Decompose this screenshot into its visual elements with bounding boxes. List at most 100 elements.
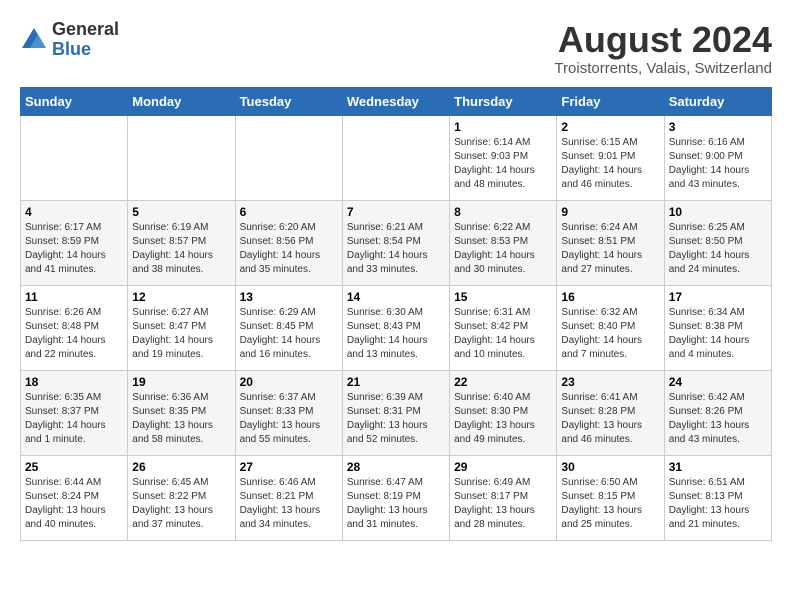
calendar-cell: 3Sunrise: 6:16 AMSunset: 9:00 PMDaylight… [664, 115, 771, 200]
calendar-cell: 14Sunrise: 6:30 AMSunset: 8:43 PMDayligh… [342, 285, 449, 370]
daylight-minutes-line: and 28 minutes. [454, 518, 552, 532]
sunrise-line: Sunrise: 6:19 AM [132, 221, 230, 235]
sunset-line: Sunset: 8:37 PM [25, 405, 123, 419]
daylight-line: Daylight: 14 hours [347, 249, 445, 263]
calendar-cell: 30Sunrise: 6:50 AMSunset: 8:15 PMDayligh… [557, 455, 664, 540]
daylight-minutes-line: and 41 minutes. [25, 263, 123, 277]
day-number: 14 [347, 290, 445, 304]
daylight-minutes-line: and 37 minutes. [132, 518, 230, 532]
daylight-minutes-line: and 30 minutes. [454, 263, 552, 277]
week-row-5: 25Sunrise: 6:44 AMSunset: 8:24 PMDayligh… [21, 455, 772, 540]
calendar-cell: 12 Sunrise: 6:27 AMSunset: 8:47 PMDayligh… [128, 285, 235, 370]
calendar-cell: 18Sunrise: 6:35 AMSunset: 8:37 PMDayligh… [21, 370, 128, 455]
day-number: 25 [25, 460, 123, 474]
daylight-line: Daylight: 14 hours [132, 334, 230, 348]
sunset-line: Sunset: 8:47 PM [132, 320, 230, 334]
calendar-cell: 8Sunrise: 6:22 AMSunset: 8:53 PMDaylight… [450, 200, 557, 285]
sunset-line: Sunset: 8:21 PM [240, 490, 338, 504]
daylight-minutes-line: and 46 minutes. [561, 178, 659, 192]
daylight-line: Daylight: 14 hours [132, 249, 230, 263]
calendar-cell: 31Sunrise: 6:51 AMSunset: 8:13 PMDayligh… [664, 455, 771, 540]
daylight-line: Daylight: 13 hours [669, 419, 767, 433]
daylight-minutes-line: and 13 minutes. [347, 348, 445, 362]
daylight-line: Daylight: 14 hours [669, 164, 767, 178]
weekday-header-tuesday: Tuesday [235, 87, 342, 115]
sunrise-line: Sunrise: 6:40 AM [454, 391, 552, 405]
sunset-line: Sunset: 8:30 PM [454, 405, 552, 419]
sunrise-line: Sunrise: 6:47 AM [347, 476, 445, 490]
daylight-minutes-line: and 25 minutes. [561, 518, 659, 532]
sunset-line: Sunset: 8:17 PM [454, 490, 552, 504]
calendar-cell: 2Sunrise: 6:15 AMSunset: 9:01 PMDaylight… [557, 115, 664, 200]
day-number: 21 [347, 375, 445, 389]
day-number: 24 [669, 375, 767, 389]
sunrise-line: Sunrise: 6:30 AM [347, 306, 445, 320]
calendar-cell: 21Sunrise: 6:39 AMSunset: 8:31 PMDayligh… [342, 370, 449, 455]
sunrise-line: Sunrise: 6:27 AM [132, 306, 230, 320]
daylight-minutes-line: and 58 minutes. [132, 433, 230, 447]
calendar-cell: 6Sunrise: 6:20 AMSunset: 8:56 PMDaylight… [235, 200, 342, 285]
daylight-line: Daylight: 14 hours [561, 334, 659, 348]
calendar-cell: 10Sunrise: 6:25 AMSunset: 8:50 PMDayligh… [664, 200, 771, 285]
sunrise-line: Sunrise: 6:29 AM [240, 306, 338, 320]
day-number: 9 [561, 205, 659, 219]
day-number: 3 [669, 120, 767, 134]
daylight-line: Daylight: 13 hours [454, 504, 552, 518]
weekday-header-thursday: Thursday [450, 87, 557, 115]
daylight-minutes-line: and 43 minutes. [669, 433, 767, 447]
sunrise-line: Sunrise: 6:25 AM [669, 221, 767, 235]
day-number: 29 [454, 460, 552, 474]
sunset-line: Sunset: 8:48 PM [25, 320, 123, 334]
sunset-line: Sunset: 8:33 PM [240, 405, 338, 419]
calendar-cell: 7Sunrise: 6:21 AMSunset: 8:54 PMDaylight… [342, 200, 449, 285]
daylight-line: Daylight: 14 hours [454, 334, 552, 348]
day-number: 2 [561, 120, 659, 134]
daylight-line: Daylight: 14 hours [25, 334, 123, 348]
sunset-line: Sunset: 8:24 PM [25, 490, 123, 504]
header: General Blue August 2024 Troistorrents, … [20, 20, 772, 77]
week-row-2: 4Sunrise: 6:17 AMSunset: 8:59 PMDaylight… [21, 200, 772, 285]
logo: General Blue [20, 20, 119, 60]
daylight-minutes-line: and 19 minutes. [132, 348, 230, 362]
month-title: August 2024 [554, 20, 772, 60]
day-number: 26 [132, 460, 230, 474]
calendar-cell [21, 115, 128, 200]
sunset-line: Sunset: 8:57 PM [132, 235, 230, 249]
sunrise-line: Sunrise: 6:14 AM [454, 136, 552, 150]
calendar-cell: 29 Sunrise: 6:49 AMSunset: 8:17 PMDayligh… [450, 455, 557, 540]
sunrise-line: Sunrise: 6:51 AM [669, 476, 767, 490]
day-number: 18 [25, 375, 123, 389]
weekday-header-monday: Monday [128, 87, 235, 115]
calendar-cell: 25Sunrise: 6:44 AMSunset: 8:24 PMDayligh… [21, 455, 128, 540]
day-number: 15 [454, 290, 552, 304]
day-number: 19 [132, 375, 230, 389]
sunrise-line: Sunrise: 6:24 AM [561, 221, 659, 235]
sunset-line: Sunset: 8:40 PM [561, 320, 659, 334]
calendar-cell: 22Sunrise: 6:40 AMSunset: 8:30 PMDayligh… [450, 370, 557, 455]
logo-general: General [52, 19, 119, 39]
day-number: 12 [132, 290, 230, 304]
sunset-line: Sunset: 8:19 PM [347, 490, 445, 504]
day-number: 31 [669, 460, 767, 474]
sunrise-line: Sunrise: 6:49 AM [454, 476, 552, 490]
day-number: 20 [240, 375, 338, 389]
daylight-minutes-line: and 49 minutes. [454, 433, 552, 447]
sunset-line: Sunset: 8:51 PM [561, 235, 659, 249]
week-row-1: 1Sunrise: 6:14 AMSunset: 9:03 PMDaylight… [21, 115, 772, 200]
sunset-line: Sunset: 9:01 PM [561, 150, 659, 164]
calendar-cell: 17Sunrise: 6:34 AMSunset: 8:38 PMDayligh… [664, 285, 771, 370]
calendar-cell: 16Sunrise: 6:32 AMSunset: 8:40 PMDayligh… [557, 285, 664, 370]
daylight-line: Daylight: 13 hours [347, 504, 445, 518]
sunset-line: Sunset: 8:56 PM [240, 235, 338, 249]
daylight-line: Daylight: 13 hours [132, 419, 230, 433]
daylight-minutes-line: and 21 minutes. [669, 518, 767, 532]
daylight-line: Daylight: 14 hours [347, 334, 445, 348]
calendar-cell: 5Sunrise: 6:19 AMSunset: 8:57 PMDaylight… [128, 200, 235, 285]
sunset-line: Sunset: 8:45 PM [240, 320, 338, 334]
day-number: 8 [454, 205, 552, 219]
daylight-minutes-line: and 34 minutes. [240, 518, 338, 532]
daylight-line: Daylight: 13 hours [240, 419, 338, 433]
sunrise-line: Sunrise: 6:39 AM [347, 391, 445, 405]
daylight-line: Daylight: 14 hours [25, 419, 123, 433]
daylight-minutes-line: and 16 minutes. [240, 348, 338, 362]
